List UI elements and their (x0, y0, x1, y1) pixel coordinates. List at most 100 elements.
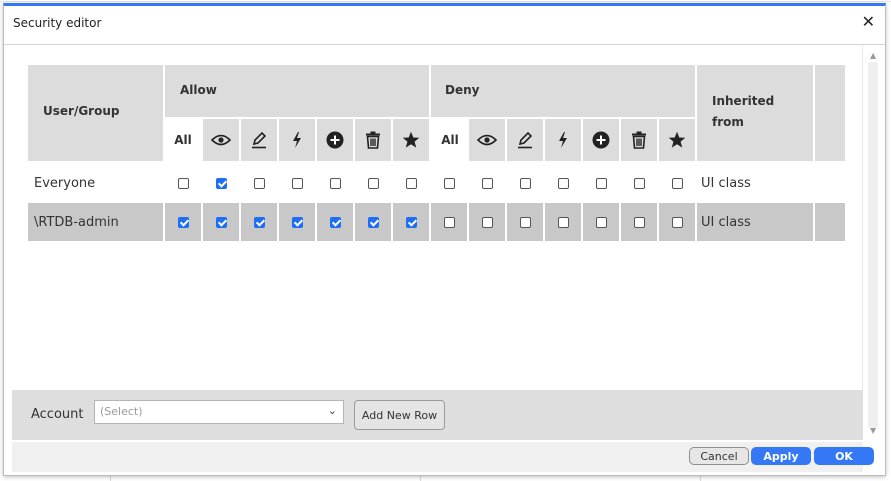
allow-star-header (393, 119, 429, 161)
deny-pencil-checkbox[interactable] (519, 216, 531, 228)
scroll-up-icon[interactable]: ▲ (870, 51, 876, 60)
deny-cell (431, 164, 467, 202)
allow-all-header: All (165, 119, 201, 161)
lightning-icon (557, 131, 569, 149)
chevron-down-icon: ⌄ (327, 404, 337, 417)
deny-cell (431, 203, 467, 241)
row-user-name: Everyone (34, 176, 96, 191)
account-label: Account (31, 407, 84, 422)
deny-cell (621, 164, 657, 202)
deny-trash-checkbox[interactable] (633, 216, 645, 228)
deny-eye-checkbox[interactable] (481, 216, 493, 228)
deny-cell (469, 203, 505, 241)
header-text: Inherited (712, 94, 775, 108)
allow-all-checkbox[interactable] (177, 216, 189, 228)
allow-pencil-checkbox[interactable] (253, 177, 265, 189)
deny-header: Deny (431, 65, 695, 117)
allow-lightning-checkbox[interactable] (291, 177, 303, 189)
star-icon (668, 131, 686, 149)
allow-header: Allow (165, 65, 429, 117)
deny-trash-header (621, 119, 657, 161)
inherited-from-header: Inherited from (697, 65, 813, 161)
dialog-title: Security editor (13, 16, 102, 30)
deny-lightning-checkbox[interactable] (557, 216, 569, 228)
deny-plus-circle-header (583, 119, 619, 161)
allow-eye-checkbox[interactable] (215, 177, 227, 189)
allow-pencil-checkbox[interactable] (253, 216, 265, 228)
deny-cell (545, 203, 581, 241)
allow-cell (165, 203, 201, 241)
allow-trash-checkbox[interactable] (367, 177, 379, 189)
account-select[interactable]: (Select) ⌄ (94, 400, 344, 424)
allow-cell (393, 164, 429, 202)
allow-cell (241, 203, 277, 241)
allow-cell (355, 203, 391, 241)
scroll-thumb[interactable] (868, 62, 878, 427)
deny-eye-header (469, 119, 505, 161)
header-text: User/Group (43, 104, 120, 118)
deny-star-checkbox[interactable] (671, 216, 683, 228)
security-editor-dialog: Security editor ✕ ▲ ▼ User/Group Allow Den… (3, 3, 886, 476)
table-row[interactable]: Everyone UI class (28, 164, 845, 202)
allow-plus-circle-checkbox[interactable] (329, 216, 341, 228)
deny-cell (621, 203, 657, 241)
allow-all-checkbox[interactable] (177, 177, 189, 189)
cancel-button[interactable]: Cancel (689, 447, 749, 465)
header-text: from (712, 115, 744, 129)
allow-cell (279, 164, 315, 202)
allow-cell (279, 203, 315, 241)
deny-cell (583, 164, 619, 202)
table-row[interactable]: \RTDB-admin UI class (28, 203, 845, 241)
deny-cell (469, 164, 505, 202)
vertical-scrollbar[interactable]: ▲ ▼ (862, 45, 885, 437)
allow-lightning-checkbox[interactable] (291, 216, 303, 228)
deny-cell (507, 203, 543, 241)
deny-all-checkbox[interactable] (443, 177, 455, 189)
eye-icon (477, 133, 497, 147)
deny-plus-circle-checkbox[interactable] (595, 216, 607, 228)
header-text: Deny (445, 83, 480, 97)
allow-cell (241, 164, 277, 202)
column-divider (695, 203, 697, 241)
ok-button[interactable]: OK (814, 447, 874, 465)
plus-circle-icon (592, 131, 610, 149)
star-icon (402, 131, 420, 149)
allow-plus-circle-checkbox[interactable] (329, 177, 341, 189)
allow-eye-checkbox[interactable] (215, 216, 227, 228)
add-new-row-button[interactable]: Add New Row (354, 400, 445, 430)
deny-cell (545, 164, 581, 202)
deny-cell (507, 164, 543, 202)
dialog-titlebar: Security editor ✕ (4, 6, 885, 45)
allow-eye-header (203, 119, 239, 161)
column-divider (813, 203, 815, 241)
eye-icon (211, 133, 231, 147)
deny-star-header (659, 119, 695, 161)
apply-button[interactable]: Apply (751, 447, 811, 465)
deny-pencil-header (507, 119, 543, 161)
allow-star-checkbox[interactable] (405, 177, 417, 189)
deny-plus-circle-checkbox[interactable] (595, 177, 607, 189)
header-text: Allow (180, 83, 217, 97)
deny-lightning-header (545, 119, 581, 161)
allow-cell (165, 164, 201, 202)
row-inherited-from: UI class (701, 215, 751, 230)
user-group-header: User/Group (28, 65, 163, 161)
deny-pencil-checkbox[interactable] (519, 177, 531, 189)
allow-cell (317, 164, 353, 202)
deny-star-checkbox[interactable] (671, 177, 683, 189)
deny-trash-checkbox[interactable] (633, 177, 645, 189)
allow-pencil-header (241, 119, 277, 161)
allow-cell (393, 203, 429, 241)
all-label: All (441, 133, 459, 147)
allow-trash-checkbox[interactable] (367, 216, 379, 228)
deny-eye-checkbox[interactable] (481, 177, 493, 189)
allow-star-checkbox[interactable] (405, 216, 417, 228)
scroll-down-icon[interactable]: ▼ (870, 426, 876, 435)
row-user-name: \RTDB-admin (34, 215, 119, 230)
deny-all-checkbox[interactable] (443, 216, 455, 228)
allow-cell (203, 164, 239, 202)
deny-all-header: All (431, 119, 469, 161)
deny-lightning-checkbox[interactable] (557, 177, 569, 189)
allow-cell (203, 203, 239, 241)
close-icon[interactable]: ✕ (862, 14, 875, 30)
